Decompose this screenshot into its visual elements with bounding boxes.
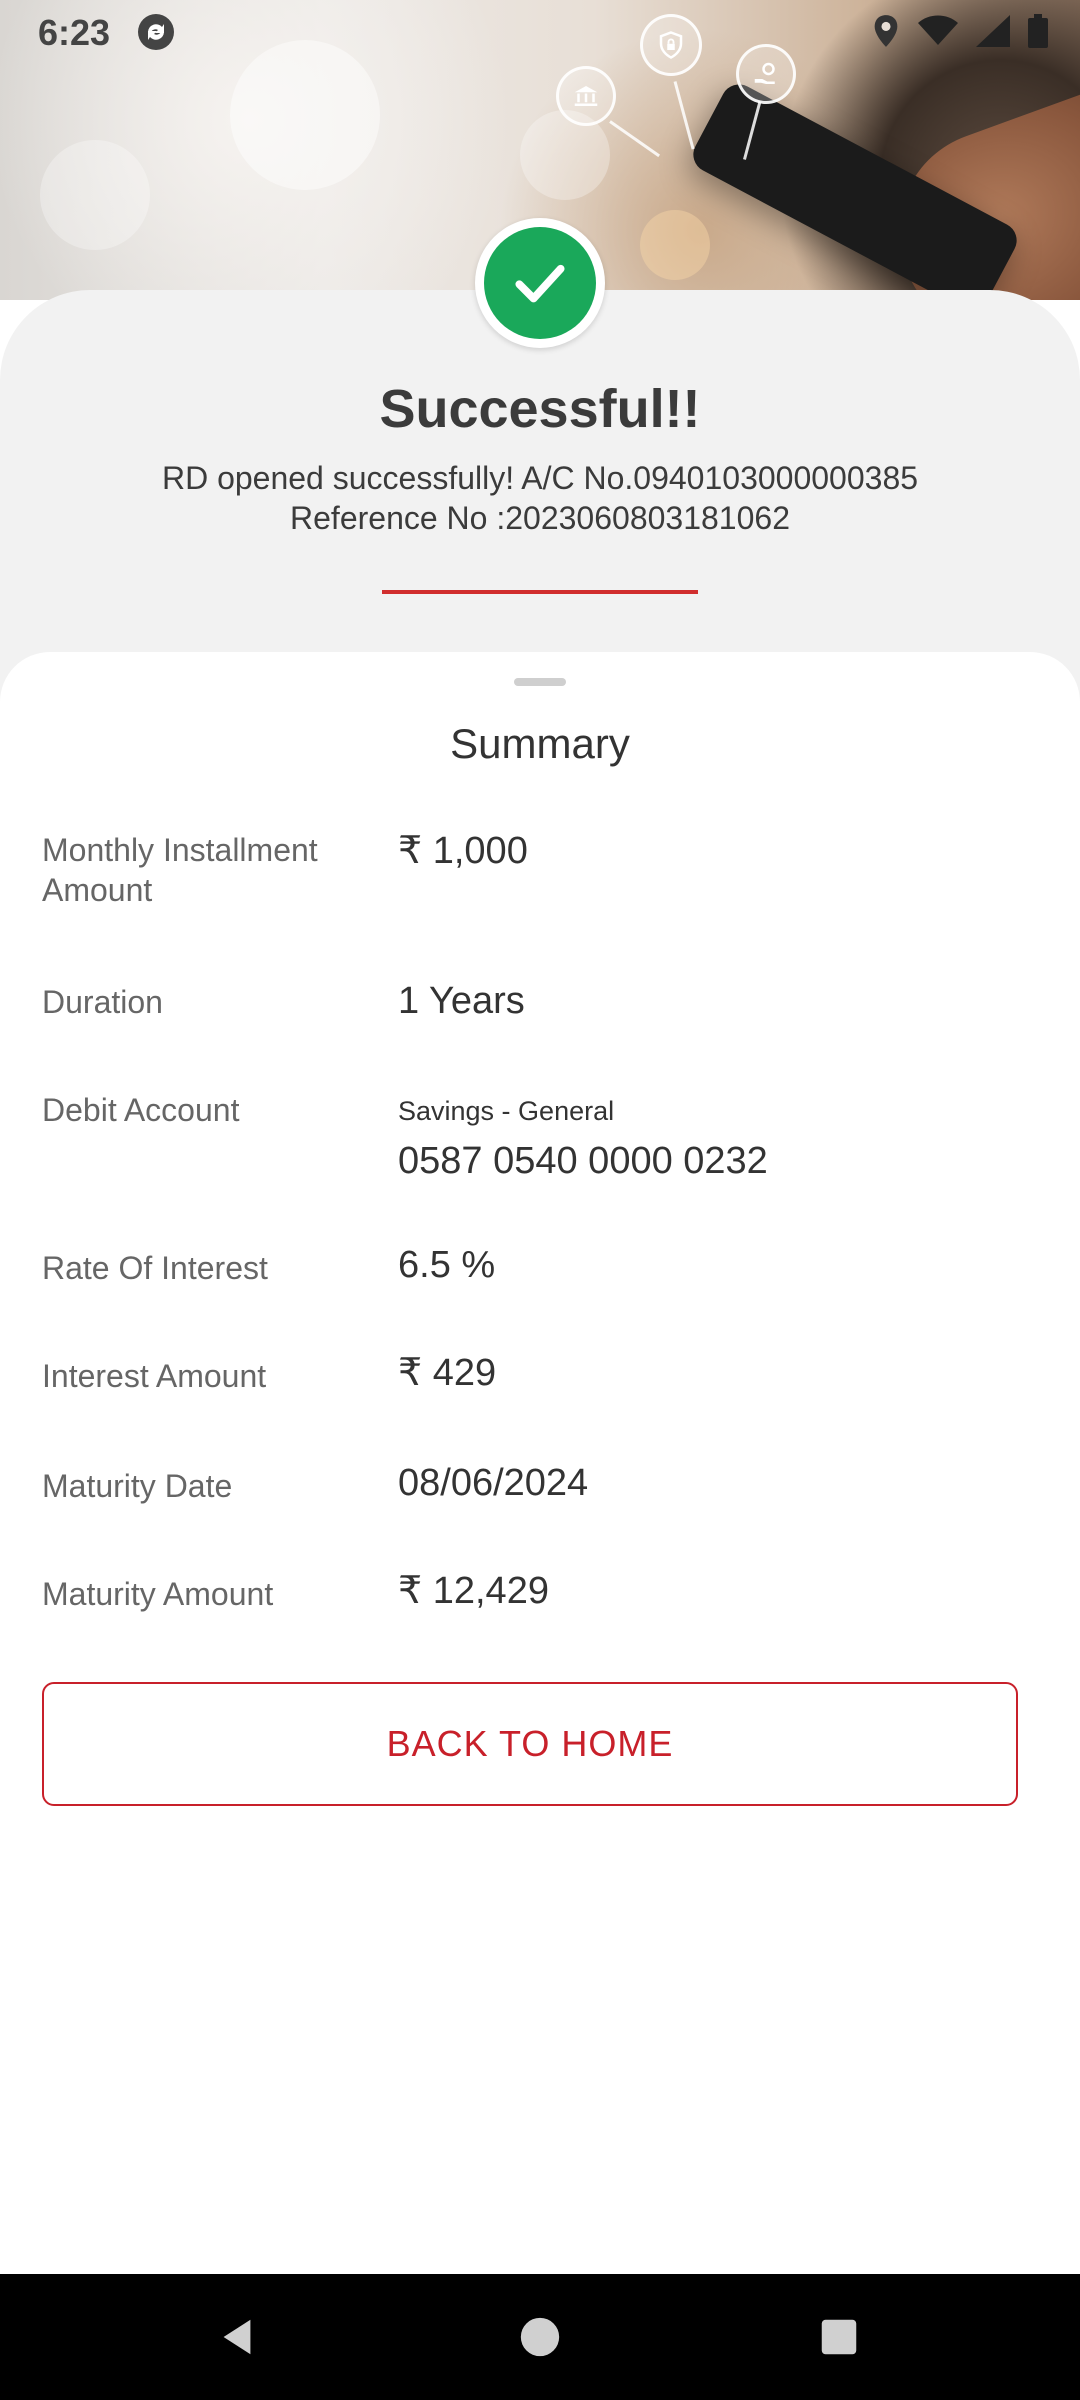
interest-amount-label: Interest Amount (42, 1358, 267, 1394)
debit-account-number: 0587 0540 0000 0232 (398, 1140, 768, 1182)
checkmark-icon (515, 264, 565, 303)
debit-account-label: Debit Account (42, 1092, 240, 1128)
success-circle (484, 227, 596, 339)
debit-account-type: Savings - General (398, 1096, 615, 1126)
interest-amount-value: ₹ 429 (398, 1352, 497, 1394)
summary-title: Summary (450, 720, 630, 767)
signal-icon (976, 15, 1010, 52)
status-bar: 6:23 (0, 0, 1080, 64)
connector-line (673, 81, 695, 150)
bank-icon (556, 66, 616, 126)
sync-icon (136, 12, 176, 52)
bokeh-light (640, 210, 710, 280)
reference-number: Reference No :2023060803181062 (290, 500, 790, 536)
maturity-amount-label: Maturity Amount (42, 1576, 274, 1612)
maturity-date-value: 08/06/2024 (398, 1462, 589, 1504)
wifi-icon (918, 15, 958, 52)
success-message: RD opened successfully! A/C No.094010300… (161, 460, 919, 496)
home-nav-icon[interactable] (517, 2314, 563, 2360)
monthly-installment-label: Monthly Installment Amount (42, 832, 318, 908)
summary-sheet: Summary Monthly Installment Amount ₹ 1,0… (0, 652, 1080, 2274)
drag-handle[interactable] (514, 678, 566, 686)
maturity-amount-value: ₹ 12,429 (398, 1570, 549, 1612)
monthly-installment-value: ₹ 1,000 (398, 830, 528, 872)
rate-of-interest-value: 6.5 % (398, 1244, 496, 1286)
navigation-bar (0, 2274, 1080, 2400)
back-to-home-button[interactable]: BACK TO HOME (42, 1682, 1018, 1806)
rate-of-interest-label: Rate Of Interest (42, 1250, 268, 1286)
duration-value: 1 Years (398, 980, 525, 1022)
location-icon (872, 14, 900, 53)
duration-label: Duration (42, 984, 163, 1020)
success-divider (382, 590, 698, 594)
back-nav-icon[interactable] (214, 2314, 260, 2360)
success-title: Successful!! (379, 379, 701, 439)
bokeh-light (40, 140, 150, 250)
connector-line (609, 120, 661, 158)
maturity-date-label: Maturity Date (42, 1468, 233, 1504)
battery-icon (1028, 14, 1048, 53)
success-badge (475, 218, 605, 348)
status-time: 6:23 (38, 12, 111, 53)
recents-nav-icon[interactable] (816, 2314, 862, 2360)
